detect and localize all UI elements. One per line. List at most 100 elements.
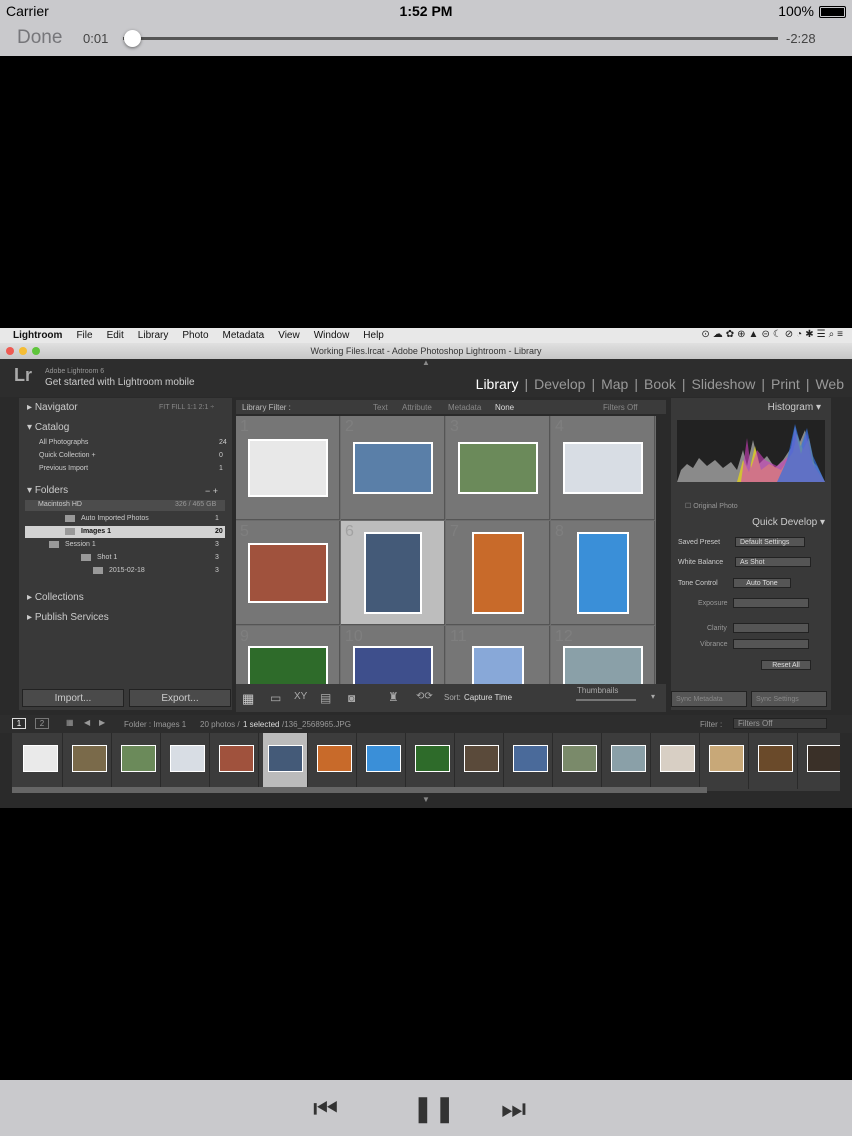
histogram-header[interactable]: Histogram ▾ — [768, 402, 821, 413]
minimize-window-icon[interactable] — [19, 347, 27, 355]
filmstrip-thumb[interactable] — [606, 733, 651, 789]
sort-value[interactable]: Capture Time — [464, 693, 512, 702]
mobile-prompt[interactable]: Get started with Lightroom mobile — [45, 377, 195, 388]
module-develop[interactable]: Develop — [534, 376, 585, 392]
export-button[interactable]: Export... — [129, 689, 231, 707]
done-button[interactable]: Done — [17, 27, 62, 49]
clarity-buttons[interactable] — [733, 623, 809, 633]
menu-window[interactable]: Window — [314, 330, 350, 341]
folder-row[interactable]: Auto Imported Photos 1 — [25, 513, 225, 525]
filmstrip-thumb[interactable] — [67, 733, 112, 789]
filmstrip-thumb[interactable] — [410, 733, 455, 789]
reset-all-button[interactable]: Reset All — [761, 660, 811, 670]
filmstrip-thumb[interactable] — [165, 733, 210, 789]
filmstrip-thumb[interactable] — [655, 733, 700, 789]
menu-help[interactable]: Help — [363, 330, 384, 341]
back-arrow-icon[interactable]: ◀ — [84, 718, 90, 727]
exposure-buttons[interactable] — [733, 598, 809, 608]
filmstrip-thumb[interactable] — [508, 733, 553, 789]
folders-header[interactable]: ▾ Folders — [27, 485, 68, 496]
grid-cell[interactable]: 12 — [551, 626, 655, 684]
display-1-button[interactable]: 1 — [12, 718, 26, 729]
previous-track-icon[interactable]: ⏮ — [313, 1093, 338, 1126]
module-web[interactable]: Web — [815, 376, 844, 392]
photo-thumbnail[interactable] — [248, 439, 328, 497]
grid-cell[interactable]: 6 — [341, 521, 445, 625]
photo-thumbnail[interactable] — [248, 543, 328, 603]
grid-cell[interactable]: 3 — [446, 416, 550, 520]
photo-thumbnail[interactable] — [472, 646, 524, 684]
compare-view-icon[interactable]: XY — [294, 691, 307, 702]
vibrance-buttons[interactable] — [733, 639, 809, 649]
publish-services-header[interactable]: ▸ Publish Services — [27, 612, 109, 623]
catalog-row[interactable]: Quick Collection + 0 — [19, 450, 225, 462]
folder-row[interactable]: Shot 1 3 — [25, 552, 225, 564]
filmstrip-thumb[interactable] — [214, 733, 259, 789]
grid-cell[interactable]: 1 — [236, 416, 340, 520]
photo-thumbnail[interactable] — [458, 442, 538, 494]
survey-view-icon[interactable]: ▤ — [320, 691, 331, 705]
photo-thumbnail[interactable] — [563, 646, 643, 684]
toolbar-menu-icon[interactable]: ▾ — [651, 692, 655, 701]
filmstrip-filter-select[interactable]: Filters Off — [733, 718, 827, 729]
grid-cell[interactable]: 8 — [551, 521, 655, 625]
navigator-zoom[interactable]: FIT FILL 1:1 2:1 ÷ — [159, 404, 214, 411]
rotate-icon[interactable]: ⟲⟳ — [416, 691, 433, 702]
loupe-view-icon[interactable]: ▭ — [270, 691, 281, 705]
filmstrip-thumb[interactable] — [557, 733, 602, 789]
module-book[interactable]: Book — [644, 376, 676, 392]
filters-off-toggle[interactable]: Filters Off — [603, 403, 638, 412]
next-track-icon[interactable]: ⏭ — [501, 1093, 526, 1126]
menu-photo[interactable]: Photo — [182, 330, 208, 341]
forward-arrow-icon[interactable]: ▶ — [99, 718, 105, 727]
filmstrip-thumb[interactable] — [116, 733, 161, 789]
filmstrip-thumb[interactable] — [312, 733, 357, 789]
menu-view[interactable]: View — [278, 330, 300, 341]
filter-attribute[interactable]: Attribute — [402, 403, 432, 412]
menu-edit[interactable]: Edit — [107, 330, 124, 341]
module-slideshow[interactable]: Slideshow — [692, 376, 756, 392]
painter-icon[interactable]: ♜ — [388, 690, 399, 704]
grid-cell[interactable]: 11 — [446, 626, 550, 684]
filmstrip-scrollbar[interactable] — [12, 787, 707, 793]
menu-file[interactable]: File — [76, 330, 92, 341]
photo-thumbnail[interactable] — [353, 646, 433, 684]
filmstrip-thumb[interactable] — [18, 733, 63, 789]
sync-metadata-button[interactable]: Sync Metadata — [671, 691, 747, 707]
people-view-icon[interactable]: ◙ — [348, 691, 355, 705]
catalog-header[interactable]: ▾ Catalog — [27, 422, 69, 433]
photo-thumbnail[interactable] — [248, 646, 328, 684]
folder-row[interactable]: Images 1 20 — [25, 526, 225, 538]
drive-row[interactable]: Macintosh HD 326 / 465 GB — [25, 500, 225, 511]
grid-cell[interactable]: 10 — [341, 626, 445, 684]
folder-row[interactable]: Session 1 3 — [25, 539, 225, 551]
folder-row[interactable]: 2015-02-18 3 — [25, 565, 225, 577]
photo-thumbnail[interactable] — [353, 442, 433, 494]
quick-develop-header[interactable]: Quick Develop ▾ — [752, 517, 825, 528]
menu-metadata[interactable]: Metadata — [223, 330, 265, 341]
white-balance-select[interactable]: As Shot — [735, 557, 811, 567]
grid-view-icon[interactable]: ▦ — [242, 691, 254, 707]
filter-none[interactable]: None — [495, 403, 514, 412]
photo-thumbnail[interactable] — [563, 442, 643, 494]
navigator-header[interactable]: ▸ Navigator — [27, 402, 78, 413]
folders-add-icon[interactable]: − + — [205, 486, 218, 496]
header-toggle-icon[interactable]: ▲ — [422, 358, 430, 367]
photo-thumbnail[interactable] — [577, 532, 629, 614]
grid-cell[interactable]: 4 — [551, 416, 655, 520]
catalog-row[interactable]: All Photographs 24 — [19, 437, 227, 449]
zoom-window-icon[interactable] — [32, 347, 40, 355]
filmstrip-toggle-icon[interactable]: ▼ — [422, 795, 430, 804]
scrubber-track[interactable] — [123, 37, 778, 40]
filmstrip-thumb[interactable] — [263, 733, 308, 789]
saved-preset-select[interactable]: Default Settings — [735, 537, 805, 547]
menu-lightroom[interactable]: Lightroom — [13, 330, 62, 341]
auto-tone-button[interactable]: Auto Tone — [733, 578, 791, 588]
close-window-icon[interactable] — [6, 347, 14, 355]
grid-cell[interactable]: 2 — [341, 416, 445, 520]
thumbnails-slider[interactable] — [576, 699, 636, 701]
module-map[interactable]: Map — [601, 376, 628, 392]
collections-header[interactable]: ▸ Collections — [27, 592, 84, 603]
scrubber-knob[interactable] — [123, 30, 141, 47]
pause-icon[interactable]: ❚❚ — [412, 1093, 456, 1124]
